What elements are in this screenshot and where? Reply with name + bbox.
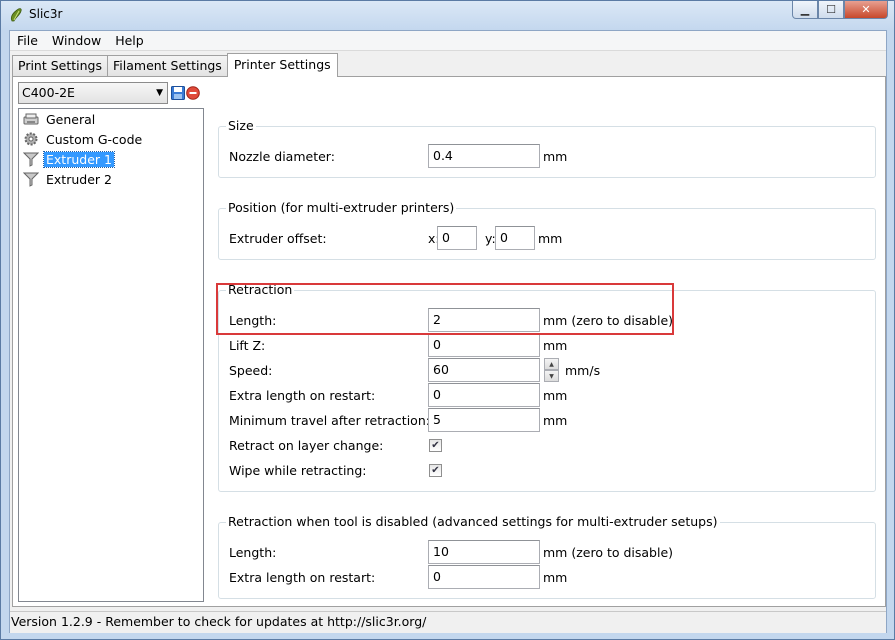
tree-item-custom-gcode[interactable]: Custom G-code xyxy=(19,129,203,149)
extruder-offset-label: Extruder offset: xyxy=(229,231,327,246)
menu-file[interactable]: File xyxy=(10,33,45,48)
extra-length-unit: mm xyxy=(543,388,568,403)
position-group: Position (for multi-extruder printers) E… xyxy=(218,200,876,260)
retraction-disabled-group: Retraction when tool is disabled (advanc… xyxy=(218,514,876,599)
delete-preset-icon[interactable] xyxy=(186,86,200,100)
maximize-button[interactable]: ☐ xyxy=(818,1,844,19)
menu-window[interactable]: Window xyxy=(45,33,108,48)
disabled-extra-unit: mm xyxy=(543,570,568,585)
retract-layer-change-checkbox[interactable]: ✔ xyxy=(429,439,442,452)
printer-settings-panel: C400-2E ▼ General Custom G-code Extruder… xyxy=(12,76,886,607)
tree-item-general[interactable]: General xyxy=(19,109,203,129)
close-button[interactable]: ✕ xyxy=(844,1,888,19)
tab-print-settings[interactable]: Print Settings xyxy=(12,55,108,77)
offset-unit: mm xyxy=(538,231,563,246)
minimize-button[interactable]: ▁ xyxy=(792,1,818,19)
lift-z-input[interactable]: 0 xyxy=(428,333,540,357)
retract-speed-spinner[interactable]: ▲ ▼ xyxy=(544,358,559,382)
client-area: File Window Help Print Settings Filament… xyxy=(9,30,887,633)
min-travel-unit: mm xyxy=(543,413,568,428)
title-bar[interactable]: Slic3r ▁ ☐ ✕ xyxy=(1,1,894,29)
slic3r-logo-icon xyxy=(10,8,22,22)
wipe-label: Wipe while retracting: xyxy=(229,463,367,478)
wipe-checkbox[interactable]: ✔ xyxy=(429,464,442,477)
nozzle-diameter-unit: mm xyxy=(543,149,568,164)
tree-item-label: Extruder 2 xyxy=(46,171,112,187)
preset-row: C400-2E ▼ xyxy=(18,82,200,104)
disabled-extra-input[interactable]: 0 xyxy=(428,565,540,589)
retract-speed-unit: mm/s xyxy=(565,363,601,378)
tab-filament-settings[interactable]: Filament Settings xyxy=(107,55,228,77)
cog-icon xyxy=(24,132,38,146)
min-travel-label: Minimum travel after retraction: xyxy=(229,413,430,428)
funnel-icon xyxy=(23,152,39,167)
retract-speed-input[interactable]: 60 xyxy=(428,358,540,382)
offset-y-input[interactable]: 0 xyxy=(495,226,535,250)
min-travel-input[interactable]: 5 xyxy=(428,408,540,432)
tab-printer-settings[interactable]: Printer Settings xyxy=(226,53,338,77)
preset-value: C400-2E xyxy=(22,85,75,100)
funnel-icon xyxy=(23,172,39,187)
dropdown-arrow-icon: ▼ xyxy=(156,88,163,98)
extra-length-label: Extra length on restart: xyxy=(229,388,376,403)
preset-select[interactable]: C400-2E ▼ xyxy=(18,82,168,104)
lift-z-unit: mm xyxy=(543,338,568,353)
retraction-disabled-group-title: Retraction when tool is disabled (advanc… xyxy=(226,514,720,529)
extra-length-input[interactable]: 0 xyxy=(428,383,540,407)
disabled-length-unit: mm (zero to disable) xyxy=(543,545,674,560)
nozzle-diameter-input[interactable]: 0.4 xyxy=(428,144,540,168)
tree-item-extruder-2[interactable]: Extruder 2 xyxy=(19,169,203,189)
save-preset-icon[interactable] xyxy=(171,86,185,100)
settings-page-tree: General Custom G-code Extruder 1 Extrude… xyxy=(18,108,204,602)
settings-tabs: Print Settings Filament Settings Printer… xyxy=(12,53,338,77)
size-group-title: Size xyxy=(226,118,256,133)
tree-item-label: Custom G-code xyxy=(46,131,143,147)
window-title: Slic3r xyxy=(29,7,63,21)
retract-layer-change-label: Retract on layer change: xyxy=(229,438,384,453)
printer-icon xyxy=(23,113,39,125)
menu-bar: File Window Help xyxy=(10,31,886,51)
tree-item-extruder-1[interactable]: Extruder 1 xyxy=(19,149,203,169)
highlight-annotation xyxy=(216,283,674,335)
menu-help[interactable]: Help xyxy=(108,33,151,48)
spin-down-icon[interactable]: ▼ xyxy=(544,370,559,382)
disabled-length-label: Length: xyxy=(229,545,277,560)
tree-item-label: Extruder 1 xyxy=(43,150,115,168)
app-window: Slic3r ▁ ☐ ✕ File Window Help Print Sett… xyxy=(0,0,895,640)
lift-z-label: Lift Z: xyxy=(229,338,266,353)
size-group: Size Nozzle diameter: 0.4 mm xyxy=(218,118,876,178)
offset-x-input[interactable]: 0 xyxy=(437,226,477,250)
status-bar: Version 1.2.9 - Remember to check for up… xyxy=(10,611,886,633)
disabled-extra-label: Extra length on restart: xyxy=(229,570,376,585)
disabled-length-input[interactable]: 10 xyxy=(428,540,540,564)
spin-up-icon[interactable]: ▲ xyxy=(544,358,559,370)
window-controls: ▁ ☐ ✕ xyxy=(792,1,888,19)
retract-speed-label: Speed: xyxy=(229,363,273,378)
position-group-title: Position (for multi-extruder printers) xyxy=(226,200,457,215)
tree-item-label: General xyxy=(46,111,96,127)
nozzle-diameter-label: Nozzle diameter: xyxy=(229,149,335,164)
